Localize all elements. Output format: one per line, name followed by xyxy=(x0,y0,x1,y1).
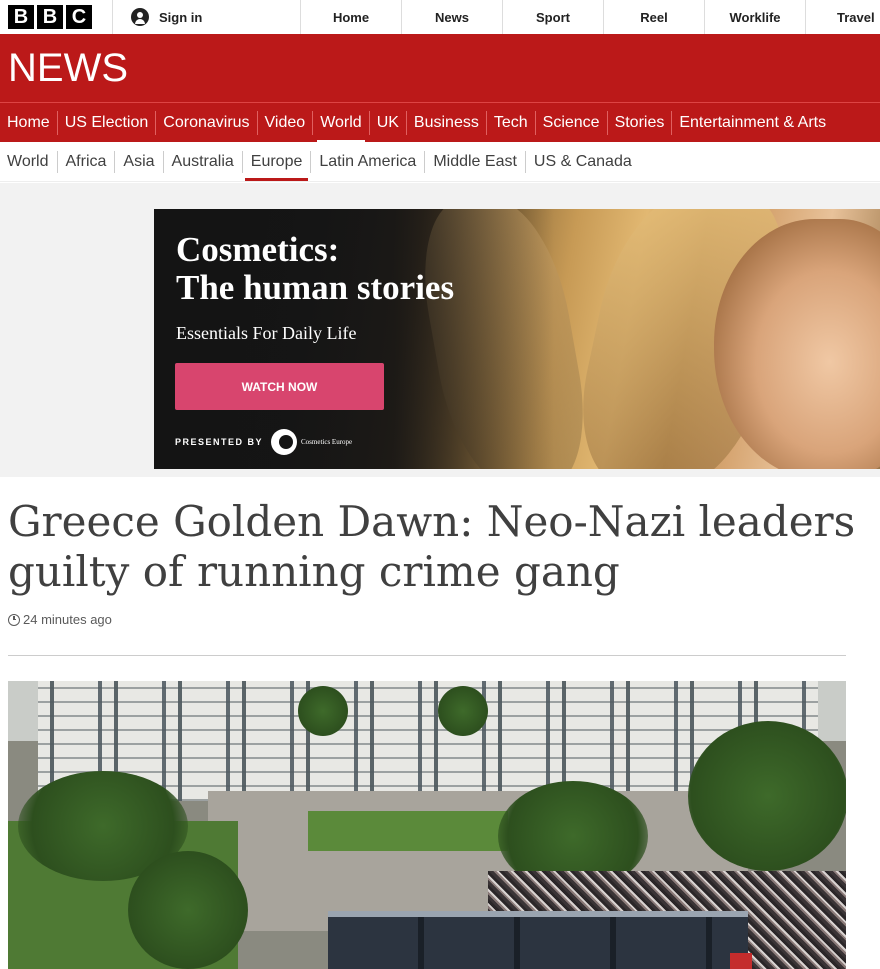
ad-subtitle: Essentials For Daily Life xyxy=(176,323,357,343)
cosmetics-ad-banner[interactable]: Cosmetics: The human stories Essentials … xyxy=(154,209,880,469)
primary-nav-home[interactable]: Home xyxy=(0,111,57,135)
primary-nav-us-election[interactable]: US Election xyxy=(56,110,156,135)
logo-letter-c: C xyxy=(66,5,92,29)
ad-title-line1: Cosmetics: xyxy=(176,230,340,269)
photo-tree xyxy=(128,851,248,969)
photo-palm xyxy=(298,686,348,736)
logo-letter-b1: B xyxy=(8,5,34,29)
secondary-nav-europe[interactable]: Europe xyxy=(241,150,311,181)
photo-red-flag xyxy=(730,953,752,969)
primary-nav-tech[interactable]: Tech xyxy=(485,110,535,135)
global-nav-sport[interactable]: Sport xyxy=(502,0,603,34)
global-header: B B C Sign in Home News Sport Reel Workl… xyxy=(0,0,880,34)
account-icon xyxy=(131,8,149,26)
ad-title-line2: The human stories xyxy=(176,268,455,307)
global-nav-reel[interactable]: Reel xyxy=(603,0,704,34)
primary-nav-entertainment[interactable]: Entertainment & Arts xyxy=(671,110,833,135)
primary-nav-science[interactable]: Science xyxy=(534,110,607,135)
sign-in-label: Sign in xyxy=(159,9,203,25)
global-nav-home[interactable]: Home xyxy=(300,0,401,34)
news-banner: NEWS xyxy=(0,34,880,102)
global-nav-news[interactable]: News xyxy=(401,0,502,34)
primary-nav-business[interactable]: Business xyxy=(405,110,486,135)
sign-in-link[interactable]: Sign in xyxy=(112,0,300,34)
bbc-logo[interactable]: B B C xyxy=(0,0,112,34)
timestamp-text: 24 minutes ago xyxy=(23,612,112,627)
primary-nav-coronavirus[interactable]: Coronavirus xyxy=(155,110,256,135)
global-nav: Home News Sport Reel Worklife Travel xyxy=(300,0,880,34)
cosmetics-europe-logo-icon xyxy=(271,429,298,455)
sponsor-name: Cosmetics Europe xyxy=(301,438,353,446)
article-lead-image xyxy=(8,681,846,969)
presented-by-label: PRESENTED BY xyxy=(175,437,264,447)
secondary-nav-asia[interactable]: Asia xyxy=(114,150,162,173)
photo-palm xyxy=(438,686,488,736)
global-nav-worklife[interactable]: Worklife xyxy=(704,0,805,34)
primary-nav: Home US Election Coronavirus Video World… xyxy=(0,102,880,142)
ad-slot: Cosmetics: The human stories Essentials … xyxy=(0,183,880,477)
divider xyxy=(8,655,846,656)
photo-police-vans xyxy=(328,911,748,969)
primary-nav-video[interactable]: Video xyxy=(256,110,313,135)
photo-tree xyxy=(688,721,846,871)
logo-letter-b2: B xyxy=(37,5,63,29)
secondary-nav-africa[interactable]: Africa xyxy=(56,150,115,173)
primary-nav-world[interactable]: World xyxy=(312,110,369,142)
secondary-nav: World Africa Asia Australia Europe Latin… xyxy=(0,142,880,182)
ad-title: Cosmetics: The human stories xyxy=(176,231,454,307)
clock-icon xyxy=(8,613,20,626)
secondary-nav-australia[interactable]: Australia xyxy=(162,150,242,173)
photo-lawn-strip xyxy=(308,811,508,851)
secondary-nav-middle-east[interactable]: Middle East xyxy=(424,150,525,173)
article-headline: Greece Golden Dawn: Neo-Nazi leaders gui… xyxy=(8,497,856,596)
primary-nav-stories[interactable]: Stories xyxy=(606,110,672,135)
primary-nav-uk[interactable]: UK xyxy=(368,110,406,135)
watch-now-button[interactable]: WATCH NOW xyxy=(175,363,384,410)
secondary-nav-latin-america[interactable]: Latin America xyxy=(310,150,424,173)
article-timestamp: 24 minutes ago xyxy=(8,612,112,627)
ad-presented-by: PRESENTED BY Cosmetics Europe xyxy=(175,429,352,455)
secondary-nav-world[interactable]: World xyxy=(0,151,57,173)
news-wordmark[interactable]: NEWS xyxy=(8,46,128,91)
global-nav-travel[interactable]: Travel xyxy=(805,0,880,34)
secondary-nav-us-canada[interactable]: US & Canada xyxy=(524,150,640,173)
